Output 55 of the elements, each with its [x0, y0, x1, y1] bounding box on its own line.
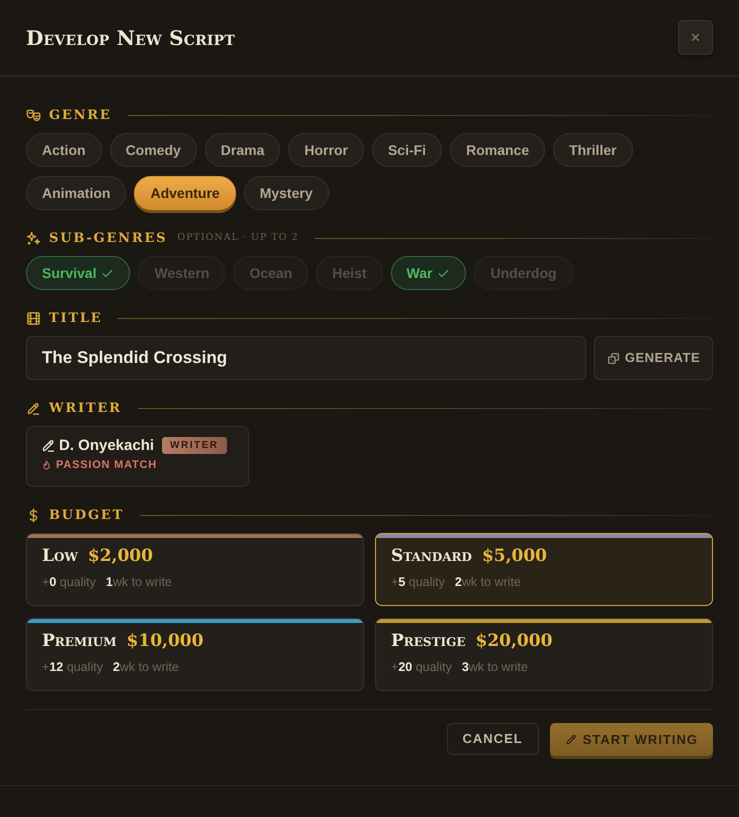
- pencil-icon: [26, 400, 41, 416]
- genre-chip[interactable]: Mystery: [244, 176, 329, 210]
- quality-stat: +5 quality: [391, 576, 445, 589]
- subgenre-chip[interactable]: War: [390, 256, 466, 290]
- tier-price: $20,000: [476, 631, 552, 652]
- quality-stat: +12 quality: [42, 661, 103, 674]
- genre-chip[interactable]: Thriller: [553, 133, 633, 167]
- tier-price: $2,000: [88, 546, 153, 566]
- section-label: WRITER: [49, 402, 122, 414]
- sparkles-icon: [26, 230, 41, 246]
- genre-chip[interactable]: Drama: [204, 133, 280, 167]
- tier-price: $10,000: [126, 631, 204, 652]
- theater-masks-icon: [26, 108, 41, 122]
- genre-chip[interactable]: Action: [26, 133, 102, 167]
- write-time-stat: 3wk to write: [462, 661, 528, 674]
- trait-label: PASSION MATCH: [56, 460, 158, 471]
- section-label: TITLE: [49, 312, 102, 324]
- genre-chip[interactable]: Comedy: [110, 133, 197, 167]
- section-hint: OPTIONAL · UP TO 2: [177, 233, 299, 243]
- section-label: BUDGET: [49, 508, 124, 522]
- cancel-button[interactable]: CANCEL: [446, 723, 539, 755]
- tier-name: Low: [42, 546, 78, 566]
- dice-icon: [606, 352, 620, 364]
- quality-stat: +0 quality: [42, 576, 96, 589]
- genre-chip[interactable]: Horror: [288, 133, 364, 167]
- generate-button[interactable]: GENERATE: [594, 336, 713, 380]
- tier-name: Prestige: [391, 631, 466, 652]
- writer-card[interactable]: D. Onyekachi WRITER PASSION MATCH: [26, 426, 249, 487]
- genre-chip[interactable]: Romance: [450, 133, 546, 167]
- tier-name: Premium: [42, 631, 117, 652]
- subgenre-chip[interactable]: Survival: [26, 256, 130, 290]
- tier-price: $5,000: [482, 546, 547, 566]
- pencil-icon: [41, 438, 56, 453]
- quality-stat: +20 quality: [391, 661, 452, 674]
- section-label: SUB-GENRES: [49, 232, 168, 244]
- budget-option-card[interactable]: Premium $10,000 +12 quality 2wk to write: [26, 618, 364, 691]
- genre-chip[interactable]: Adventure: [134, 176, 236, 210]
- dialog-title: Develop New Script: [26, 24, 236, 52]
- film-strip-icon: [26, 310, 41, 326]
- budget-option-card[interactable]: Low $2,000 +0 quality 1wk to write: [26, 533, 364, 606]
- budget-option-card[interactable]: Prestige $20,000 +20 quality 3wk to write: [375, 618, 713, 691]
- write-time-stat: 1wk to write: [106, 576, 172, 589]
- genre-chip[interactable]: Animation: [26, 176, 126, 210]
- writer-name: D. Onyekachi: [59, 438, 154, 453]
- close-button[interactable]: ×: [678, 20, 713, 55]
- flame-icon: [41, 460, 52, 471]
- title-input[interactable]: The Splendid Crossing: [26, 336, 586, 380]
- budget-option-card[interactable]: Standard $5,000 +5 quality 2wk to write: [375, 533, 713, 606]
- role-badge: WRITER: [162, 437, 226, 454]
- pencil-icon: [564, 733, 578, 746]
- section-label: GENRE: [49, 108, 112, 122]
- genre-chip[interactable]: Sci-Fi: [372, 133, 442, 167]
- write-time-stat: 2wk to write: [112, 661, 179, 674]
- tier-name: Standard: [391, 546, 472, 566]
- write-time-stat: 2wk to write: [454, 576, 521, 589]
